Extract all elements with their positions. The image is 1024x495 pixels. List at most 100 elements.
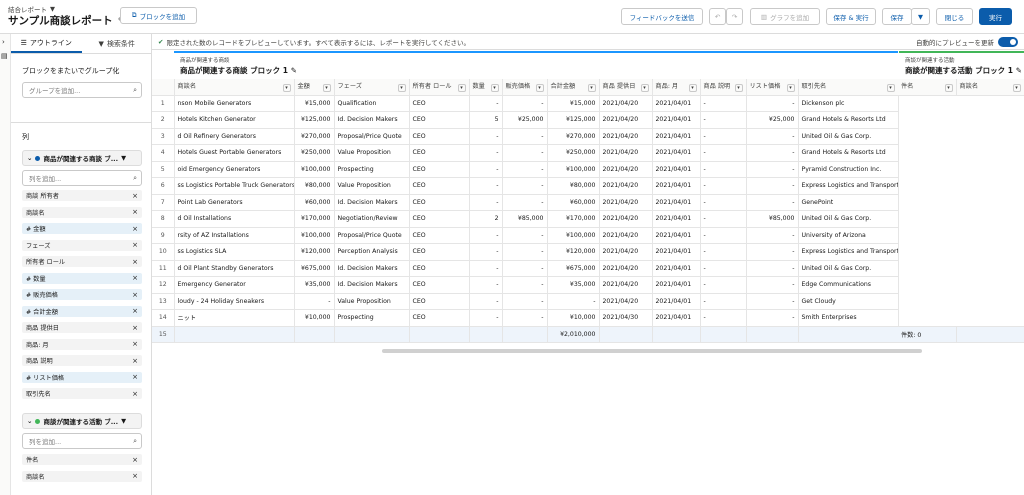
remove-icon[interactable]: × [132, 208, 138, 216]
column-header[interactable]: 取引先名 ▾ [798, 79, 899, 96]
column-menu-icon[interactable]: ▾ [457, 84, 466, 93]
column-menu-icon[interactable]: ▾ [886, 84, 895, 93]
column-pill[interactable]: フェーズ × [22, 239, 142, 251]
column-menu-icon[interactable]: ▾ [786, 84, 795, 93]
field-list-icon[interactable]: ▤ [1, 52, 8, 60]
table-row[interactable]: 6 ss Logistics Portable Truck Generators ¥… [152, 177, 899, 195]
column-menu-icon[interactable]: ▾ [397, 84, 406, 93]
remove-icon[interactable]: × [132, 373, 138, 381]
column-pill[interactable]: # 金額 × [22, 223, 142, 234]
table-row[interactable]: 14 ニット ¥10,000 Prospecting CEO - - ¥10,000 2021/… [152, 309, 899, 327]
column-pill[interactable]: 所有者 ロール × [22, 256, 142, 267]
tab-filters[interactable]: ▼ 検索条件 [82, 34, 153, 53]
auto-preview-toggle[interactable]: 自動的にプレビューを更新 [916, 37, 1018, 47]
table-row[interactable]: 12 Emergency Generator ¥35,000 Id. Decision… [152, 276, 899, 294]
close-button[interactable]: 閉じる [936, 8, 973, 25]
block1-column-search-input[interactable]: 列を追加... ⌕ [22, 170, 142, 186]
table-row[interactable]: 11 d Oil Plant Standby Generators ¥675,000… [152, 260, 899, 277]
table-row[interactable]: 13 loudy - 24 Holiday Sneakers - Value Prop… [152, 293, 899, 310]
pencil-icon[interactable]: ✎ [291, 66, 297, 75]
column-menu-icon[interactable]: ▾ [734, 84, 743, 93]
column-menu-icon[interactable]: ▾ [944, 84, 953, 93]
remove-icon[interactable]: × [132, 274, 138, 282]
chevron-down-icon[interactable]: ▼ [50, 5, 55, 13]
remove-icon[interactable]: × [132, 357, 138, 365]
column-header[interactable]: 金額 ▾ [294, 79, 335, 96]
block2-group-header[interactable]: ⌄ 商談が関連する活動 ブ... ▼ [22, 413, 142, 429]
column-pill[interactable]: 商談名 × [22, 206, 142, 218]
column-header[interactable]: フェーズ ▾ [334, 79, 410, 96]
column-pill[interactable]: # 数量 × [22, 272, 142, 284]
table-row[interactable]: 1 nson Mobile Generators ¥15,000 Qualificat… [152, 95, 899, 112]
column-pill[interactable]: 件名 × [22, 454, 142, 465]
remove-icon[interactable]: × [132, 192, 138, 200]
column-menu-icon[interactable]: ▾ [535, 84, 544, 93]
run-button[interactable]: 実行 [979, 8, 1012, 25]
block1-group-header[interactable]: ⌄ 商品が関連する商談 ブ... ▼ [22, 150, 142, 166]
tab-outline[interactable]: ☰ アウトライン [11, 34, 82, 53]
column-pill[interactable]: # 合計金額 × [22, 305, 142, 317]
save-run-button[interactable]: 保存 & 実行 [826, 8, 876, 25]
column-header[interactable]: 数量 ▾ [469, 79, 503, 96]
table-row[interactable]: 10 ss Logistics SLA ¥120,000 Perception Ana… [152, 243, 899, 261]
chevron-down-icon[interactable]: ⌄ [27, 417, 32, 425]
panel-rail[interactable]: › ▤ [0, 34, 11, 495]
save-button[interactable]: 保存 [882, 8, 912, 25]
group-search-input[interactable]: グループを追加... ⌕ [22, 82, 142, 98]
column-menu-icon[interactable]: ▾ [322, 84, 331, 93]
column-menu-icon[interactable]: ▾ [688, 84, 697, 93]
add-chart-button[interactable]: ▥ グラフを追加 [750, 8, 820, 25]
table-row[interactable]: 5 oid Emergency Generators ¥100,000 Prospec… [152, 161, 899, 178]
dropdown-icon[interactable]: ▼ [121, 154, 126, 162]
column-header[interactable]: 商品: 月 ▾ [652, 79, 701, 96]
pencil-icon[interactable]: ✎ [1016, 66, 1022, 75]
remove-icon[interactable]: × [132, 472, 138, 480]
column-header[interactable]: 件名 ▾ [898, 79, 957, 96]
column-header[interactable]: 商品 説明 ▾ [700, 79, 747, 96]
remove-icon[interactable]: × [132, 307, 138, 315]
horizontal-scrollbar[interactable] [382, 349, 922, 353]
remove-icon[interactable]: × [132, 390, 138, 398]
column-pill[interactable]: # リスト価格 × [22, 371, 142, 383]
remove-icon[interactable]: × [132, 241, 138, 249]
column-menu-icon[interactable]: ▾ [282, 84, 291, 93]
column-header[interactable]: 商談名 ▾ [956, 79, 1024, 96]
column-header[interactable]: リスト価格 ▾ [746, 79, 799, 96]
column-menu-icon[interactable]: ▾ [587, 84, 596, 93]
column-pill[interactable]: 商品 提供日 × [22, 322, 142, 333]
column-header[interactable]: 合計金額 ▾ [547, 79, 600, 96]
block2-column-search-input[interactable]: 列を追加... ⌕ [22, 433, 142, 449]
table-row[interactable]: 8d Oil Installations ¥170,000 Negotiation/… [152, 210, 899, 228]
column-pill[interactable]: 商品: 月 × [22, 338, 142, 350]
undo-button[interactable]: ↶ [709, 8, 726, 25]
table-row[interactable]: 3d Oil Refinery Generators ¥270,000 Propos… [152, 128, 899, 145]
remove-icon[interactable]: × [132, 340, 138, 348]
column-header[interactable]: 商談名 ▾ [174, 79, 295, 96]
table-row[interactable]: 7 Point Lab Generators ¥60,000 Id. Decision… [152, 194, 899, 211]
save-menu-button[interactable]: ▼ [911, 8, 930, 25]
column-menu-icon[interactable]: ▾ [490, 84, 499, 93]
column-header[interactable]: 販売価格 ▾ [502, 79, 548, 96]
toggle-switch[interactable] [998, 37, 1018, 47]
column-menu-icon[interactable]: ▾ [1012, 84, 1021, 93]
add-block-button[interactable]: ⧉ ブロックを追加 [120, 7, 197, 24]
column-menu-icon[interactable]: ▾ [640, 84, 649, 93]
remove-icon[interactable]: × [132, 324, 138, 332]
table-row[interactable]: 2 Hotels Kitchen Generator ¥125,000 Id. Dec… [152, 111, 899, 129]
remove-icon[interactable]: × [132, 291, 138, 299]
dropdown-icon[interactable]: ▼ [121, 417, 126, 425]
table-row[interactable]: 9 rsity of AZ Installations ¥100,000 Propos… [152, 227, 899, 244]
column-pill[interactable]: # 販売価格 × [22, 289, 142, 300]
column-pill[interactable]: 商談 所有者 × [22, 190, 142, 201]
chevron-down-icon[interactable]: ⌄ [27, 154, 32, 162]
redo-button[interactable]: ↷ [726, 8, 743, 25]
column-header[interactable]: 所有者 ロール ▾ [409, 79, 470, 96]
remove-icon[interactable]: × [132, 456, 138, 464]
column-pill[interactable]: 商品 説明 × [22, 355, 142, 366]
column-header[interactable]: 商品 提供日 ▾ [599, 79, 653, 96]
remove-icon[interactable]: × [132, 258, 138, 266]
column-pill[interactable]: 取引先名 × [22, 388, 142, 399]
column-pill[interactable]: 商談名 × [22, 470, 142, 482]
table-row[interactable]: 4 Hotels Guest Portable Generators ¥250,00… [152, 144, 899, 162]
chevron-right-icon[interactable]: › [2, 38, 5, 46]
